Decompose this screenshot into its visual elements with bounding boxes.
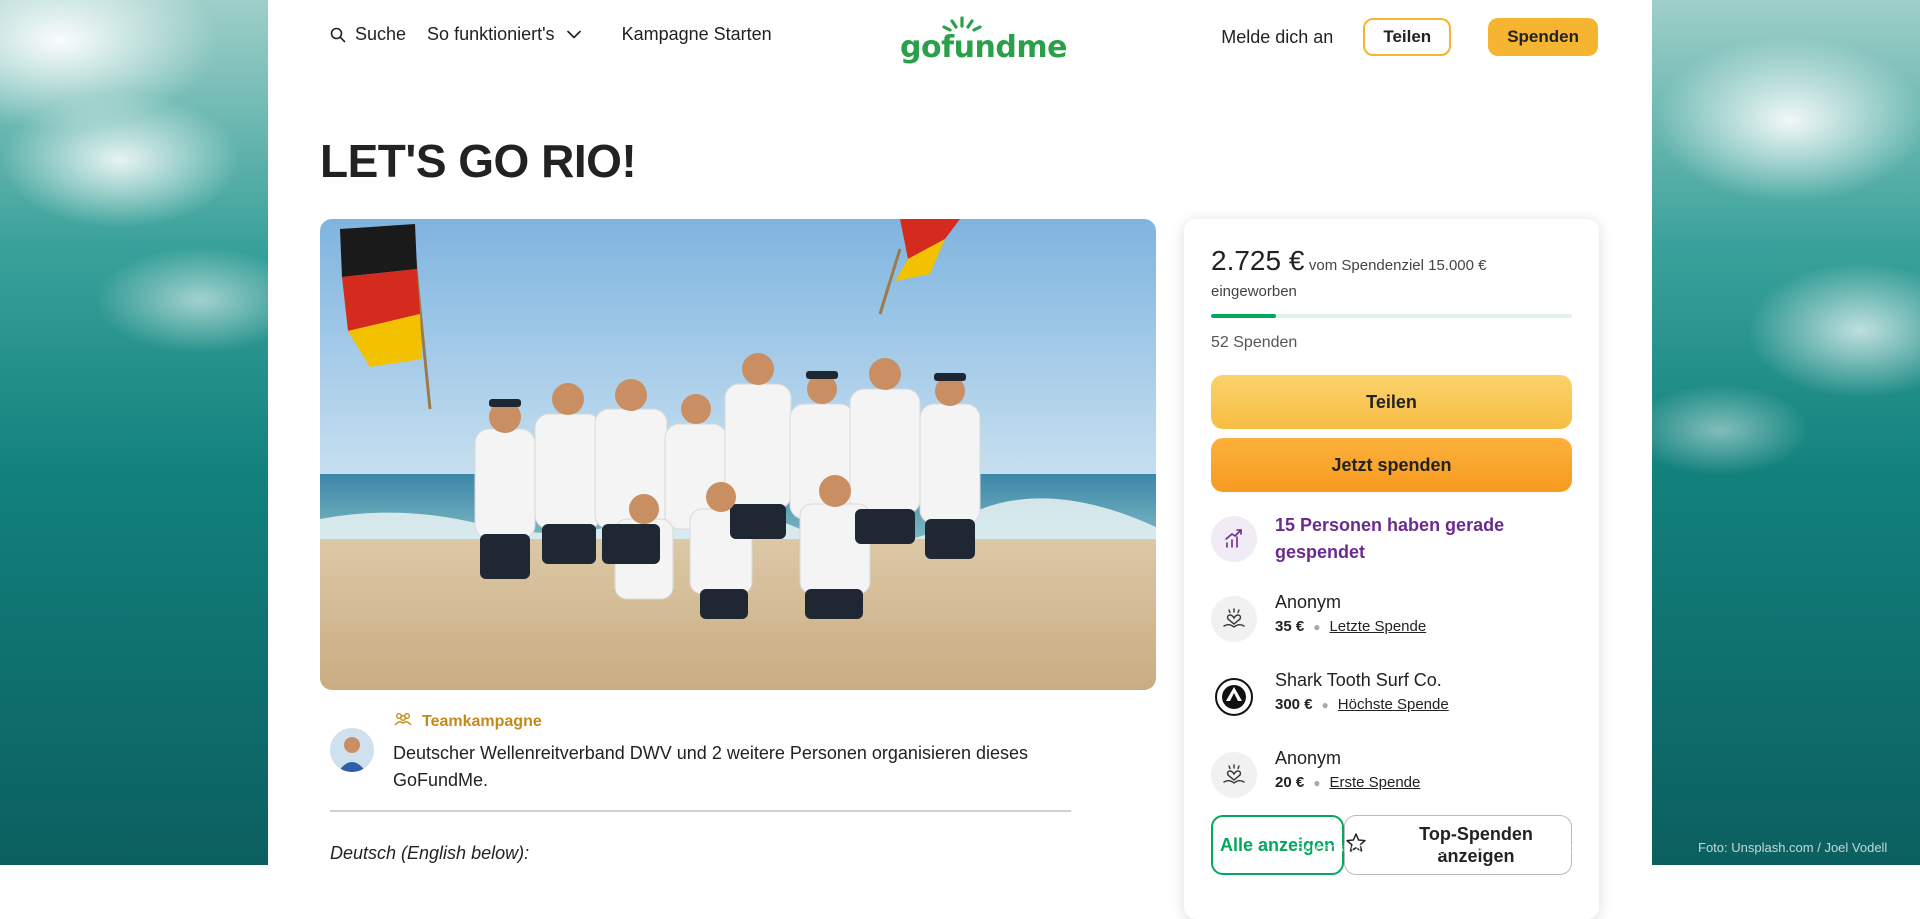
donor-row: Anonym 20 € ● Erste Spende	[1211, 748, 1572, 804]
donor-name: Shark Tooth Surf Co.	[1275, 670, 1442, 690]
avatar[interactable]	[330, 728, 374, 772]
photo-credit-watermark: Foto: Unsplash.com / Joel Vodell	[1698, 840, 1888, 855]
separator-dot: ●	[1313, 619, 1321, 634]
donation-count: 52 Spenden	[1211, 334, 1298, 351]
top-donation-link[interactable]: Höchste Spende	[1338, 696, 1449, 713]
header-donate-button[interactable]: Spenden	[1488, 18, 1598, 56]
share-button[interactable]: Teilen	[1211, 375, 1572, 429]
donor-row: Shark Tooth Surf Co. 300 € ● Höchste Spe…	[1211, 670, 1572, 726]
shark-tooth-logo-icon	[1211, 674, 1257, 720]
raised-summary: 2.725 € vom Spendenziel 15.000 € eingewo…	[1211, 245, 1581, 305]
page-sheet: Suche So funktioniert's Kampagne Starten	[268, 0, 1652, 919]
nav-right-group: Melde dich an Teilen Spenden	[1221, 18, 1598, 56]
donor-name: Anonym	[1275, 592, 1342, 612]
header-share-button[interactable]: Teilen	[1363, 18, 1452, 56]
chevron-down-icon	[566, 30, 581, 39]
nav-left-group: Suche So funktioniert's Kampagne Starten	[330, 24, 772, 45]
organizer-text: Deutscher Wellenreitverband DWV und 2 we…	[393, 743, 1029, 790]
donate-now-button[interactable]: Jetzt spenden	[1211, 438, 1572, 492]
donation-heart-icon	[1211, 596, 1257, 642]
separator-dot: ●	[1321, 697, 1329, 712]
donor-name: Anonym	[1275, 748, 1342, 768]
logo-text: gofundme	[900, 30, 1067, 65]
donor-meta: 35 € ● Letzte Spende	[1275, 618, 1426, 635]
team-campaign-label: Teamkampagne	[422, 712, 542, 730]
latest-donation-link[interactable]: Letzte Spende	[1329, 618, 1426, 635]
donor-row: Anonym 35 € ● Letzte Spende	[1211, 592, 1572, 648]
donor-meta: 20 € ● Erste Spende	[1275, 774, 1420, 791]
description-language-note: Deutsch (English below):	[330, 843, 530, 863]
section-divider	[330, 810, 1071, 812]
search-label: Suche	[355, 24, 407, 44]
screenshot-watermark: Screenshot: https://www.gofundme.com/f/l…	[1296, 840, 1594, 855]
raised-suffix: eingeworben	[1211, 283, 1297, 300]
goal-text: vom Spendenziel 15.000 €	[1308, 257, 1487, 274]
donor-amount: 35 €	[1275, 618, 1305, 635]
donor-amount: 20 €	[1275, 774, 1305, 791]
start-campaign-label: Kampagne Starten	[621, 24, 772, 44]
campaign-hero-photo[interactable]	[320, 219, 1156, 690]
progress-bar	[1211, 314, 1572, 318]
start-campaign-link[interactable]: Kampagne Starten	[622, 24, 772, 45]
donor-meta: 300 € ● Höchste Spende	[1275, 696, 1449, 713]
first-donation-link[interactable]: Erste Spende	[1329, 774, 1420, 791]
trending-up-icon	[1211, 516, 1257, 562]
signin-link[interactable]: Melde dich an	[1221, 27, 1333, 48]
gofundme-logo[interactable]: gofundme	[900, 16, 1067, 65]
donor-amount: 300 €	[1275, 696, 1313, 713]
separator-dot: ●	[1313, 775, 1321, 790]
page-title: LET'S GO RIO!	[320, 135, 637, 187]
progress-fill	[1211, 314, 1276, 318]
top-navigation: Suche So funktioniert's Kampagne Starten	[268, 0, 1652, 76]
search-icon	[330, 27, 346, 43]
team-campaign-badge: Teamkampagne	[394, 712, 542, 731]
donation-heart-icon	[1211, 752, 1257, 798]
raised-amount: 2.725 €	[1211, 245, 1305, 276]
how-it-works-menu[interactable]: So funktioniert's	[427, 24, 581, 45]
trending-text: 15 Personen haben gerade gespendet	[1275, 515, 1505, 562]
team-icon	[394, 712, 412, 731]
search-button[interactable]: Suche	[330, 24, 406, 45]
how-it-works-label: So funktioniert's	[427, 24, 555, 44]
donation-card: 2.725 € vom Spendenziel 15.000 € eingewo…	[1184, 219, 1599, 919]
